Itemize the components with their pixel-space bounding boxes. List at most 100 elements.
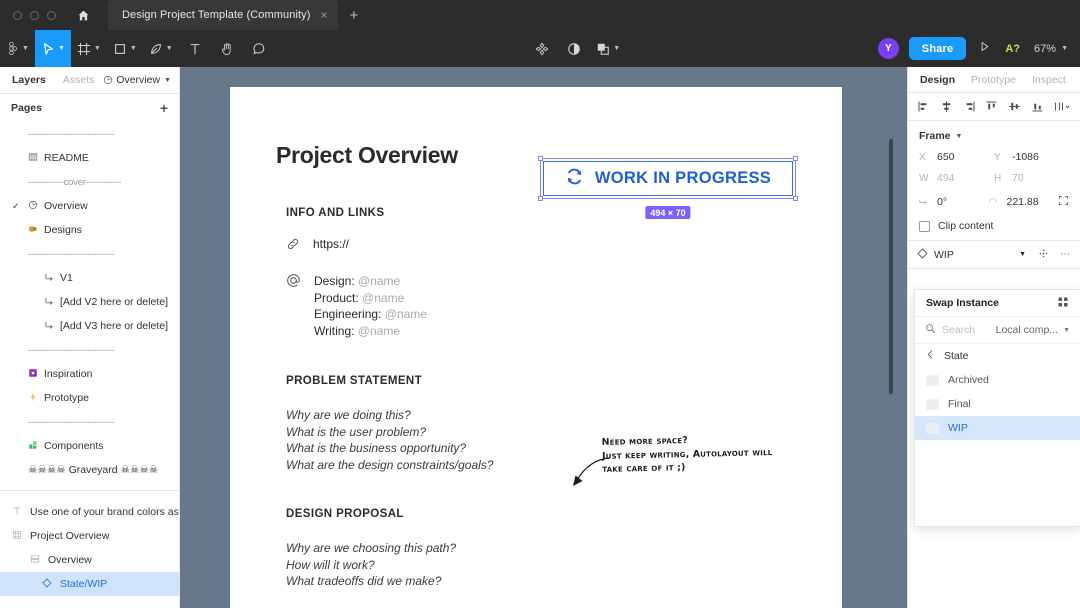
tab-layers[interactable]: Layers (12, 74, 46, 86)
instance-name[interactable]: WIP (934, 249, 1012, 261)
align-top-icon[interactable] (985, 100, 998, 113)
sidebar-page-item[interactable]: Components (0, 434, 179, 458)
align-left-icon[interactable] (917, 100, 930, 113)
canvas-page-frame[interactable]: Project Overview WORK IN PROGRESS 494 × … (230, 87, 842, 608)
chevron-down-icon[interactable]: ▼ (613, 45, 620, 52)
clip-content-checkbox[interactable] (919, 220, 930, 232)
canvas-area[interactable]: Project Overview WORK IN PROGRESS 494 × … (180, 67, 907, 608)
rotation-field[interactable]: ⮡ 0° (919, 196, 989, 208)
resize-handle-top-right[interactable] (793, 156, 798, 161)
frame-section-header[interactable]: Frame ▼ (919, 130, 1069, 142)
frame-tool-button[interactable]: ▼ (71, 30, 107, 67)
boolean-union-icon[interactable]: ▼ (590, 30, 626, 67)
y-value[interactable]: -1086 (1012, 151, 1039, 163)
comment-tool-button[interactable] (243, 30, 275, 67)
sidebar-page-item[interactable]: README (0, 146, 179, 170)
width-value[interactable]: 494 (937, 172, 955, 184)
rotation-value[interactable]: 0° (937, 196, 947, 208)
corner-radius-field[interactable]: ◠ 221.88 (989, 196, 1059, 208)
sidebar-page-item[interactable]: Prototype (0, 386, 179, 410)
resize-handle-bottom-right[interactable] (793, 196, 798, 201)
height-value[interactable]: 70 (1012, 172, 1024, 184)
page-selector[interactable]: Overview ▼ (103, 74, 171, 86)
close-icon[interactable]: × (321, 9, 328, 21)
layer-item-selected[interactable]: State/WIP (0, 572, 179, 596)
document-tab[interactable]: Design Project Template (Community) × (108, 0, 338, 30)
grid-view-icon[interactable] (1057, 296, 1069, 311)
width-field[interactable]: W 494 (919, 172, 994, 184)
layer-item[interactable]: Use one of your brand colors as b... (0, 500, 179, 524)
x-field[interactable]: X 650 (919, 151, 994, 163)
link-url[interactable]: https:// (313, 237, 349, 251)
reset-instance-icon[interactable] (1038, 248, 1049, 262)
sidebar-page-item[interactable]: Designs (0, 218, 179, 242)
close-window-button[interactable] (13, 10, 22, 20)
swap-instance-item-selected[interactable]: WIP (915, 416, 1080, 440)
chevron-down-icon[interactable]: ▼ (956, 133, 963, 140)
share-button[interactable]: Share (908, 37, 967, 60)
text-tool-button[interactable] (179, 30, 211, 67)
tab-inspect[interactable]: Inspect (1032, 74, 1066, 86)
window-controls[interactable] (0, 10, 56, 20)
x-value[interactable]: 650 (937, 151, 955, 163)
figma-menu-button[interactable]: ▼ (0, 30, 35, 67)
ai-assistant-badge[interactable]: A? (1005, 43, 1020, 55)
sidebar-page-item[interactable]: V1 (0, 266, 179, 290)
hand-tool-button[interactable] (211, 30, 243, 67)
new-tab-icon[interactable]: + (350, 8, 359, 23)
chevron-down-icon[interactable]: ▼ (22, 45, 29, 52)
shape-tool-button[interactable]: ▼ (107, 30, 143, 67)
swap-instance-item[interactable]: Archived (915, 368, 1080, 392)
pen-tool-button[interactable]: ▼ (143, 30, 179, 67)
y-field[interactable]: Y -1086 (994, 151, 1069, 163)
link-row[interactable]: https:// (286, 237, 427, 254)
chevron-down-icon[interactable]: ▼ (1019, 251, 1026, 258)
sidebar-page-item[interactable]: [Add V2 here or delete] (0, 290, 179, 314)
library-selector[interactable]: Local comp... ▼ (996, 324, 1070, 336)
wip-badge[interactable]: WORK IN PROGRESS (543, 161, 793, 196)
resize-handle-bottom-left[interactable] (538, 196, 543, 201)
chevron-down-icon[interactable]: ▼ (164, 77, 171, 84)
chevron-down-icon[interactable]: ▼ (94, 45, 101, 52)
sidebar-page-item[interactable]: ✓ Overview (0, 194, 179, 218)
swap-search-row[interactable]: Search Local comp... ▼ (915, 317, 1080, 344)
chevron-down-icon[interactable]: ▼ (58, 45, 65, 52)
sidebar-page-item[interactable]: [Add V3 here or delete] (0, 314, 179, 338)
height-field[interactable]: H 70 (994, 172, 1069, 184)
more-options-icon[interactable]: ⋯ (1060, 249, 1071, 260)
chevron-left-icon[interactable] (926, 350, 935, 362)
corner-radius-value[interactable]: 221.88 (1007, 196, 1039, 208)
align-vertical-center-icon[interactable] (1008, 100, 1021, 113)
chevron-down-icon[interactable]: ▼ (1063, 327, 1070, 334)
sidebar-page-item[interactable]: Inspiration (0, 362, 179, 386)
chevron-down-icon[interactable]: ▼ (166, 45, 173, 52)
add-page-icon[interactable]: + (160, 101, 168, 115)
chevron-down-icon[interactable]: ▼ (130, 45, 137, 52)
canvas-vertical-scrollbar[interactable] (889, 139, 893, 394)
independent-corners-icon[interactable] (1058, 193, 1069, 211)
contrast-icon[interactable] (558, 30, 590, 67)
layer-item[interactable]: Project Overview (0, 524, 179, 548)
swap-back-row[interactable]: State (915, 344, 1080, 368)
minimize-window-button[interactable] (30, 10, 39, 20)
clip-content-row[interactable]: Clip content (919, 220, 1069, 232)
work-in-progress-badge-instance[interactable]: WORK IN PROGRESS 494 × 70 (538, 156, 798, 219)
instance-row[interactable]: WIP ▼ ⋯ (908, 241, 1080, 269)
avatar[interactable]: Y (877, 38, 899, 59)
zoom-control[interactable]: 67% ▼ (1034, 43, 1068, 55)
tab-design[interactable]: Design (920, 74, 955, 86)
chevron-down-icon[interactable]: ▼ (1061, 45, 1068, 52)
align-bottom-icon[interactable] (1031, 100, 1044, 113)
tab-prototype[interactable]: Prototype (971, 74, 1016, 86)
align-horizontal-center-icon[interactable] (940, 100, 953, 113)
maximize-window-button[interactable] (47, 10, 56, 20)
components-icon[interactable] (526, 30, 558, 67)
search-input[interactable]: Search (942, 324, 990, 336)
sidebar-page-item[interactable]: ☠☠☠☠ Graveyard ☠☠☠☠ (0, 458, 179, 482)
home-icon[interactable] (72, 4, 94, 26)
tab-assets[interactable]: Assets (63, 74, 95, 86)
distribute-icon[interactable] (1054, 100, 1071, 113)
swap-instance-item[interactable]: Final (915, 392, 1080, 416)
move-tool-button[interactable]: ▼ (34, 30, 71, 67)
layer-item[interactable]: Overview (0, 548, 179, 572)
